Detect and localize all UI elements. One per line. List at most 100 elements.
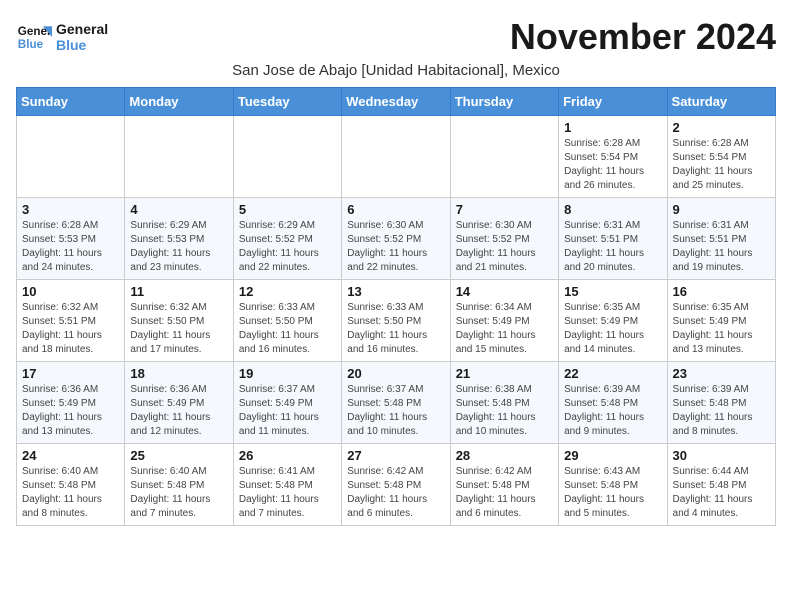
day-info: Sunrise: 6:29 AM Sunset: 5:52 PM Dayligh…	[239, 219, 336, 275]
day-number: 26	[239, 448, 336, 463]
logo: General Blue General Blue	[16, 19, 108, 55]
day-number: 28	[456, 448, 553, 463]
day-number: 27	[347, 448, 444, 463]
day-cell: 28 Sunrise: 6:42 AM Sunset: 5:48 PM Dayli…	[450, 444, 558, 526]
day-cell: 9 Sunrise: 6:31 AM Sunset: 5:51 PM Daylig…	[667, 198, 775, 280]
day-cell: 13 Sunrise: 6:33 AM Sunset: 5:50 PM Dayli…	[342, 280, 450, 362]
day-info: Sunrise: 6:30 AM Sunset: 5:52 PM Dayligh…	[347, 219, 444, 275]
day-number: 6	[347, 202, 444, 217]
day-cell: 30 Sunrise: 6:44 AM Sunset: 5:48 PM Dayli…	[667, 444, 775, 526]
week-row-5: 24 Sunrise: 6:40 AM Sunset: 5:48 PM Dayli…	[17, 444, 776, 526]
day-number: 10	[22, 284, 119, 299]
day-number: 25	[130, 448, 227, 463]
day-cell: 2 Sunrise: 6:28 AM Sunset: 5:54 PM Daylig…	[667, 116, 775, 198]
day-info: Sunrise: 6:37 AM Sunset: 5:48 PM Dayligh…	[347, 383, 444, 439]
header-day-tuesday: Tuesday	[233, 88, 341, 116]
day-cell: 7 Sunrise: 6:30 AM Sunset: 5:52 PM Daylig…	[450, 198, 558, 280]
week-row-4: 17Sunrise: 6:36 AM Sunset: 5:49 PM Dayli…	[17, 362, 776, 444]
day-cell	[233, 116, 341, 198]
header-day-thursday: Thursday	[450, 88, 558, 116]
day-number: 29	[564, 448, 661, 463]
day-number: 24	[22, 448, 119, 463]
day-number: 1	[564, 120, 661, 135]
location-title: San Jose de Abajo [Unidad Habitacional],…	[16, 62, 776, 79]
week-row-1: 1 Sunrise: 6:28 AM Sunset: 5:54 PM Daylig…	[17, 116, 776, 198]
day-info: Sunrise: 6:28 AM Sunset: 5:53 PM Dayligh…	[22, 219, 119, 275]
day-info: Sunrise: 6:34 AM Sunset: 5:49 PM Dayligh…	[456, 301, 553, 357]
day-cell: 29Sunrise: 6:43 AM Sunset: 5:48 PM Dayli…	[559, 444, 667, 526]
header-day-wednesday: Wednesday	[342, 88, 450, 116]
day-number: 18	[130, 366, 227, 381]
day-cell: 8 Sunrise: 6:31 AM Sunset: 5:51 PM Daylig…	[559, 198, 667, 280]
logo-line1: General	[56, 21, 108, 37]
day-cell: 26 Sunrise: 6:41 AM Sunset: 5:48 PM Dayli…	[233, 444, 341, 526]
day-info: Sunrise: 6:42 AM Sunset: 5:48 PM Dayligh…	[456, 465, 553, 521]
day-cell: 1 Sunrise: 6:28 AM Sunset: 5:54 PM Daylig…	[559, 116, 667, 198]
header-day-sunday: Sunday	[17, 88, 125, 116]
day-cell: 14 Sunrise: 6:34 AM Sunset: 5:49 PM Dayli…	[450, 280, 558, 362]
day-info: Sunrise: 6:32 AM Sunset: 5:50 PM Dayligh…	[130, 301, 227, 357]
day-info: Sunrise: 6:36 AM Sunset: 5:49 PM Dayligh…	[130, 383, 227, 439]
day-cell: 23 Sunrise: 6:39 AM Sunset: 5:48 PM Dayli…	[667, 362, 775, 444]
header-day-monday: Monday	[125, 88, 233, 116]
calendar-header: SundayMondayTuesdayWednesdayThursdayFrid…	[17, 88, 776, 116]
day-info: Sunrise: 6:41 AM Sunset: 5:48 PM Dayligh…	[239, 465, 336, 521]
day-cell: 10Sunrise: 6:32 AM Sunset: 5:51 PM Dayli…	[17, 280, 125, 362]
day-info: Sunrise: 6:36 AM Sunset: 5:49 PM Dayligh…	[22, 383, 119, 439]
day-number: 11	[130, 284, 227, 299]
day-info: Sunrise: 6:40 AM Sunset: 5:48 PM Dayligh…	[130, 465, 227, 521]
day-number: 4	[130, 202, 227, 217]
day-number: 19	[239, 366, 336, 381]
day-number: 23	[673, 366, 770, 381]
day-info: Sunrise: 6:39 AM Sunset: 5:48 PM Dayligh…	[564, 383, 661, 439]
day-info: Sunrise: 6:28 AM Sunset: 5:54 PM Dayligh…	[673, 137, 770, 193]
calendar-table: SundayMondayTuesdayWednesdayThursdayFrid…	[16, 87, 776, 526]
logo-icon: General Blue	[16, 19, 52, 55]
day-info: Sunrise: 6:39 AM Sunset: 5:48 PM Dayligh…	[673, 383, 770, 439]
day-number: 21	[456, 366, 553, 381]
day-cell: 20Sunrise: 6:37 AM Sunset: 5:48 PM Dayli…	[342, 362, 450, 444]
day-cell: 19Sunrise: 6:37 AM Sunset: 5:49 PM Dayli…	[233, 362, 341, 444]
logo-line2: Blue	[56, 37, 108, 53]
day-info: Sunrise: 6:30 AM Sunset: 5:52 PM Dayligh…	[456, 219, 553, 275]
day-cell: 6 Sunrise: 6:30 AM Sunset: 5:52 PM Daylig…	[342, 198, 450, 280]
month-title: November 2024	[510, 16, 776, 58]
day-cell: 22Sunrise: 6:39 AM Sunset: 5:48 PM Dayli…	[559, 362, 667, 444]
day-info: Sunrise: 6:33 AM Sunset: 5:50 PM Dayligh…	[347, 301, 444, 357]
day-number: 15	[564, 284, 661, 299]
calendar-body: 1 Sunrise: 6:28 AM Sunset: 5:54 PM Daylig…	[17, 116, 776, 526]
day-cell: 15 Sunrise: 6:35 AM Sunset: 5:49 PM Dayli…	[559, 280, 667, 362]
day-number: 2	[673, 120, 770, 135]
day-info: Sunrise: 6:31 AM Sunset: 5:51 PM Dayligh…	[673, 219, 770, 275]
header: General Blue General Blue November 2024	[16, 16, 776, 58]
day-number: 12	[239, 284, 336, 299]
day-info: Sunrise: 6:35 AM Sunset: 5:49 PM Dayligh…	[564, 301, 661, 357]
day-number: 30	[673, 448, 770, 463]
day-number: 7	[456, 202, 553, 217]
day-info: Sunrise: 6:35 AM Sunset: 5:49 PM Dayligh…	[673, 301, 770, 357]
day-info: Sunrise: 6:28 AM Sunset: 5:54 PM Dayligh…	[564, 137, 661, 193]
day-cell: 24Sunrise: 6:40 AM Sunset: 5:48 PM Dayli…	[17, 444, 125, 526]
day-cell: 16 Sunrise: 6:35 AM Sunset: 5:49 PM Dayli…	[667, 280, 775, 362]
day-info: Sunrise: 6:44 AM Sunset: 5:48 PM Dayligh…	[673, 465, 770, 521]
day-info: Sunrise: 6:31 AM Sunset: 5:51 PM Dayligh…	[564, 219, 661, 275]
day-info: Sunrise: 6:29 AM Sunset: 5:53 PM Dayligh…	[130, 219, 227, 275]
day-cell	[125, 116, 233, 198]
day-cell	[17, 116, 125, 198]
day-number: 16	[673, 284, 770, 299]
day-number: 14	[456, 284, 553, 299]
day-cell: 25 Sunrise: 6:40 AM Sunset: 5:48 PM Dayli…	[125, 444, 233, 526]
day-number: 8	[564, 202, 661, 217]
day-cell	[342, 116, 450, 198]
header-row: SundayMondayTuesdayWednesdayThursdayFrid…	[17, 88, 776, 116]
day-cell	[450, 116, 558, 198]
header-day-friday: Friday	[559, 88, 667, 116]
day-info: Sunrise: 6:42 AM Sunset: 5:48 PM Dayligh…	[347, 465, 444, 521]
week-row-3: 10Sunrise: 6:32 AM Sunset: 5:51 PM Dayli…	[17, 280, 776, 362]
week-row-2: 3 Sunrise: 6:28 AM Sunset: 5:53 PM Daylig…	[17, 198, 776, 280]
day-number: 9	[673, 202, 770, 217]
day-cell: 3 Sunrise: 6:28 AM Sunset: 5:53 PM Daylig…	[17, 198, 125, 280]
day-cell: 17Sunrise: 6:36 AM Sunset: 5:49 PM Dayli…	[17, 362, 125, 444]
day-number: 13	[347, 284, 444, 299]
day-number: 3	[22, 202, 119, 217]
